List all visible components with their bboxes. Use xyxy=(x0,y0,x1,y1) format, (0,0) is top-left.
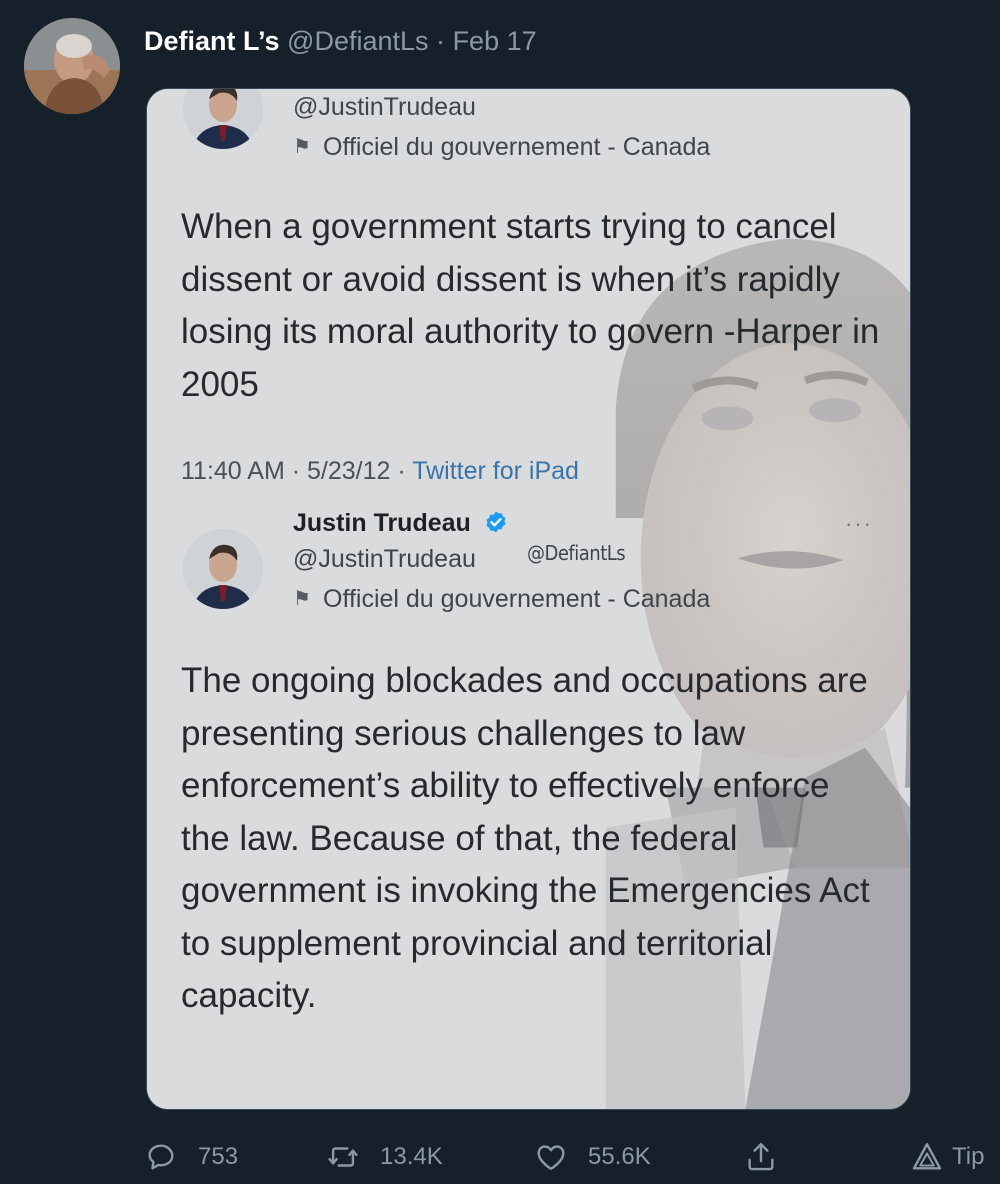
reply-action[interactable]: 753 xyxy=(144,1137,238,1177)
header-separator: · xyxy=(436,26,446,56)
reply-gov-label-text: Officiel du gouvernement - Canada xyxy=(323,585,711,613)
quoted-gov-label: ⚑ Officiel du gouvernement - Canada xyxy=(293,133,710,162)
like-count: 55.6K xyxy=(588,1143,651,1170)
tip-icon xyxy=(912,1143,942,1170)
meta-separator: · xyxy=(291,457,301,485)
share-action[interactable] xyxy=(744,1137,778,1177)
more-options-icon[interactable]: ··· xyxy=(845,511,873,537)
tip-action[interactable]: Tip xyxy=(910,1137,984,1177)
trudeau-avatar-icon xyxy=(183,529,263,609)
reply-icon xyxy=(148,1144,174,1170)
meta-separator: · xyxy=(397,457,406,485)
quoted-gov-label-text: Officiel du gouvernement - Canada xyxy=(323,133,711,161)
quoted-tweet-text: When a government starts trying to cance… xyxy=(181,207,880,404)
reply-avatar[interactable] xyxy=(183,529,263,609)
embedded-screenshot[interactable]: @JustinTrudeau ⚑ Officiel du gouvernement… xyxy=(146,88,911,1110)
watermark: @DefiantLs xyxy=(527,541,626,565)
avatar[interactable] xyxy=(24,18,120,114)
handle[interactable]: @DefiantLs xyxy=(287,26,428,56)
tweet-header: Defiant L’s @DefiantLs · Feb 17 xyxy=(144,24,537,58)
retweet-count: 13.4K xyxy=(380,1143,443,1170)
quoted-handle[interactable]: @JustinTrudeau xyxy=(293,93,476,122)
reply-author-name[interactable]: Justin Trudeau xyxy=(293,509,508,538)
tweet-date[interactable]: Feb 17 xyxy=(453,26,537,56)
heart-icon xyxy=(537,1145,565,1170)
display-name[interactable]: Defiant L’s xyxy=(144,26,280,56)
share-icon xyxy=(748,1143,774,1171)
reply-handle[interactable]: @JustinTrudeau xyxy=(293,545,476,574)
quoted-date: 5/23/12 xyxy=(307,457,391,485)
reply-tweet-text: The ongoing blockades and occupations ar… xyxy=(181,661,870,1015)
retweet-action[interactable]: 13.4K xyxy=(326,1137,443,1177)
tip-label: Tip xyxy=(952,1143,985,1170)
like-action[interactable]: 55.6K xyxy=(534,1137,651,1177)
flag-icon: ⚑ xyxy=(293,136,311,158)
verified-badge-icon xyxy=(486,511,506,533)
quoted-tweet-meta: 11:40 AM · 5/23/12 · Twitter for iPad xyxy=(181,457,579,486)
tweet-source-link[interactable]: Twitter for iPad xyxy=(412,457,579,485)
reply-gov-label: ⚑ Officiel du gouvernement - Canada xyxy=(293,585,710,614)
reply-author-name-text: Justin Trudeau xyxy=(293,509,471,537)
user-avatar-icon xyxy=(24,18,120,114)
reply-count: 753 xyxy=(198,1143,239,1170)
flag-icon: ⚑ xyxy=(293,588,311,610)
quoted-time: 11:40 AM xyxy=(181,457,285,485)
retweet-icon xyxy=(328,1147,358,1167)
